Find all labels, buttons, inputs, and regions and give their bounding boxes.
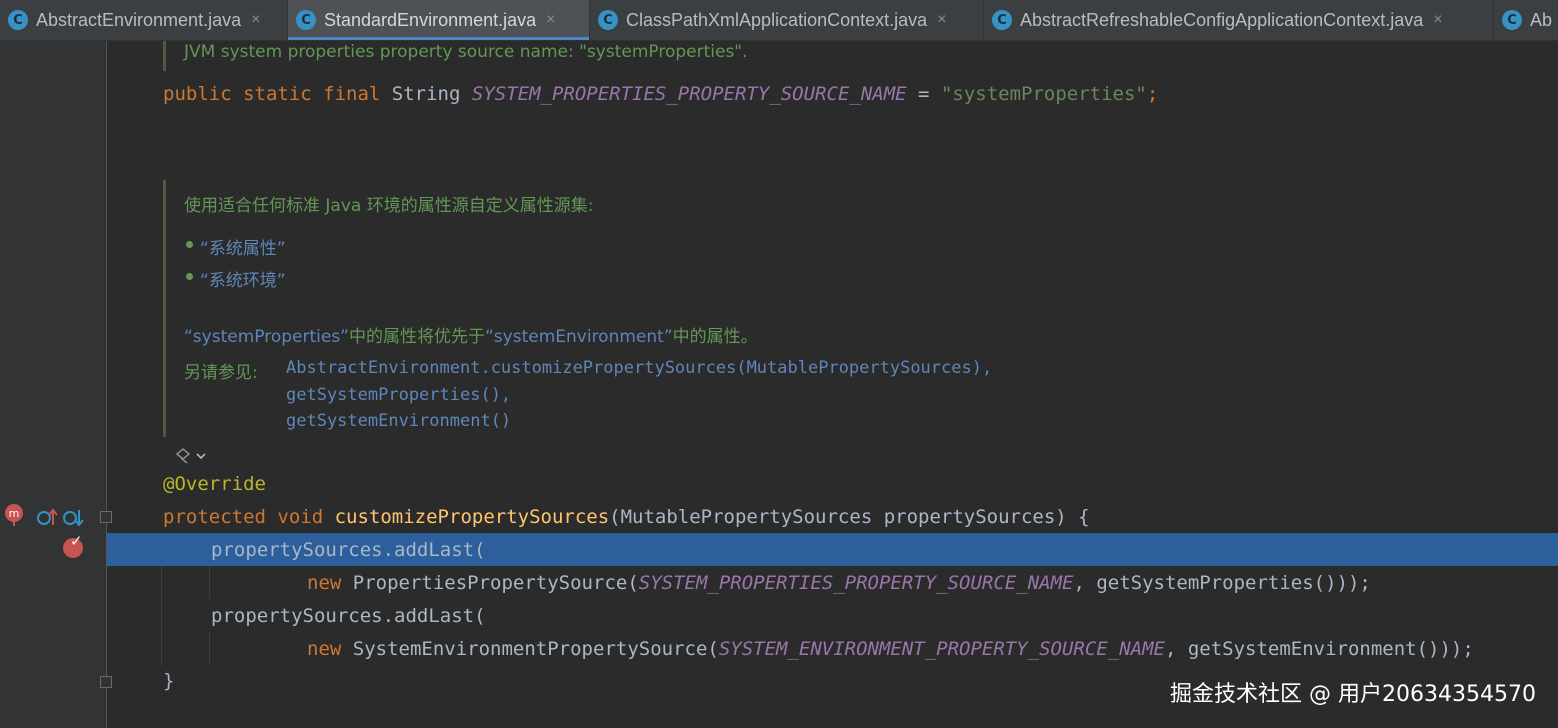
- class-icon: C: [8, 10, 28, 30]
- tab-abstract-refreshable-config-context[interactable]: C AbstractRefreshableConfigApplicationCo…: [984, 0, 1494, 40]
- constructor-call: SystemEnvironmentPropertySource(: [352, 638, 719, 660]
- type-name: String: [391, 83, 461, 105]
- keyword: public static final: [163, 83, 381, 105]
- constant-declaration: public static final String SYSTEM_PROPER…: [163, 78, 1158, 111]
- code-line: propertySources.addLast(: [211, 600, 486, 633]
- doc-comment-bar: [163, 180, 166, 437]
- indent-guide: [161, 566, 162, 666]
- constant-name: SYSTEM_PROPERTIES_PROPERTY_SOURCE_NAME: [471, 83, 907, 105]
- doc-priority-note: “systemProperties”中的属性将优先于“systemEnviron…: [184, 322, 758, 347]
- editor-tab-bar: C AbstractEnvironment.java × C StandardE…: [0, 0, 1558, 41]
- constant-name: SYSTEM_ENVIRONMENT_PROPERTY_SOURCE_NAME: [718, 638, 1165, 660]
- see-also-link[interactable]: getSystemProperties(),: [286, 385, 511, 405]
- statement: propertySources.addLast(: [211, 539, 486, 561]
- indent-guide: [209, 566, 210, 599]
- close-icon[interactable]: ×: [546, 11, 555, 29]
- bullet-dot: [186, 273, 193, 280]
- breakpoint-icon[interactable]: [63, 532, 83, 558]
- doc-bullet: “系统环境”: [200, 271, 286, 291]
- doc-bullet: “系统属性”: [200, 239, 286, 259]
- tab-abstract-environment[interactable]: C AbstractEnvironment.java ×: [0, 0, 288, 40]
- tab-overflow[interactable]: C Ab: [1494, 0, 1558, 40]
- constant-name: SYSTEM_PROPERTIES_PROPERTY_SOURCE_NAME: [638, 572, 1074, 594]
- tab-standard-environment[interactable]: C StandardEnvironment.java ×: [288, 0, 590, 40]
- annotation: @Override: [163, 473, 266, 495]
- class-icon: C: [296, 10, 316, 30]
- fold-toggle-icon[interactable]: [100, 676, 112, 688]
- params: (MutablePropertySources propertySources)…: [609, 506, 1090, 528]
- see-also-link[interactable]: getSystemEnvironment(): [286, 411, 511, 431]
- close-icon[interactable]: ×: [937, 11, 946, 29]
- fold-toggle-icon[interactable]: [100, 511, 112, 523]
- toggle-rendered-view-icon[interactable]: [174, 446, 210, 466]
- gutter-separator: [106, 41, 107, 728]
- editor-gutter: [0, 41, 106, 728]
- operator: =: [918, 83, 930, 105]
- doc-comment-text: JVM system properties property source na…: [184, 42, 748, 62]
- statement: propertySources.addLast(: [211, 605, 486, 627]
- bullet-dot: [186, 241, 193, 248]
- tab-classpath-xml-context[interactable]: C ClassPathXmlApplicationContext.java ×: [590, 0, 984, 40]
- overridden-down-icon[interactable]: [62, 507, 84, 527]
- string-literal: "systemProperties": [940, 83, 1147, 105]
- indent-guide: [209, 632, 210, 665]
- tab-label: ClassPathXmlApplicationContext.java: [626, 9, 928, 30]
- class-icon: C: [992, 10, 1012, 30]
- close-icon[interactable]: ×: [251, 11, 260, 29]
- class-icon: C: [1502, 10, 1522, 30]
- doc-text-fragment: 中的属性。: [672, 327, 758, 347]
- closing-brace: }: [163, 665, 174, 698]
- doc-summary: 使用适合任何标准 Java 环境的属性源自定义属性源集:: [184, 196, 594, 216]
- tab-label: StandardEnvironment.java: [324, 9, 537, 30]
- close-icon[interactable]: ×: [1433, 11, 1442, 29]
- method-name: customizePropertySources: [334, 506, 610, 528]
- tab-label: Ab: [1530, 9, 1553, 30]
- code-line: new PropertiesPropertySource(SYSTEM_PROP…: [307, 567, 1371, 600]
- semicolon: ;: [1146, 83, 1159, 105]
- class-icon: C: [598, 10, 618, 30]
- keyword: new: [307, 638, 342, 660]
- keyword: protected void: [163, 506, 324, 528]
- code-line-highlighted: propertySources.addLast(: [211, 534, 486, 567]
- args-rest: , getSystemEnvironment()));: [1164, 638, 1474, 660]
- doc-text-fragment: 中的属性将优先于: [349, 327, 485, 347]
- see-also-link[interactable]: AbstractEnvironment.customizePropertySou…: [286, 358, 992, 378]
- tab-label: AbstractEnvironment.java: [36, 9, 242, 30]
- overrides-up-icon[interactable]: [36, 507, 58, 527]
- svg-text:m: m: [9, 507, 20, 520]
- doc-code-ref: “systemEnvironment”: [485, 327, 673, 347]
- keyword: new: [307, 572, 342, 594]
- watermark: 掘金技术社区 @ 用户20634354570: [1170, 682, 1536, 707]
- tab-label: AbstractRefreshableConfigApplicationCont…: [1020, 9, 1424, 30]
- constructor-call: PropertiesPropertySource(: [352, 572, 639, 594]
- brace: }: [163, 670, 175, 692]
- overriding-method-icon[interactable]: m: [3, 503, 25, 527]
- code-line: new SystemEnvironmentPropertySource(SYST…: [307, 633, 1474, 666]
- see-also-label: 另请参见:: [184, 363, 258, 383]
- args-rest: , getSystemProperties()));: [1073, 572, 1371, 594]
- annotation-line: @Override: [163, 468, 266, 501]
- method-signature: protected void customizePropertySources(…: [163, 501, 1090, 534]
- doc-code-ref: “systemProperties”: [184, 327, 349, 347]
- ide-window: C AbstractEnvironment.java × C StandardE…: [0, 0, 1558, 728]
- doc-comment-bar: [163, 41, 166, 71]
